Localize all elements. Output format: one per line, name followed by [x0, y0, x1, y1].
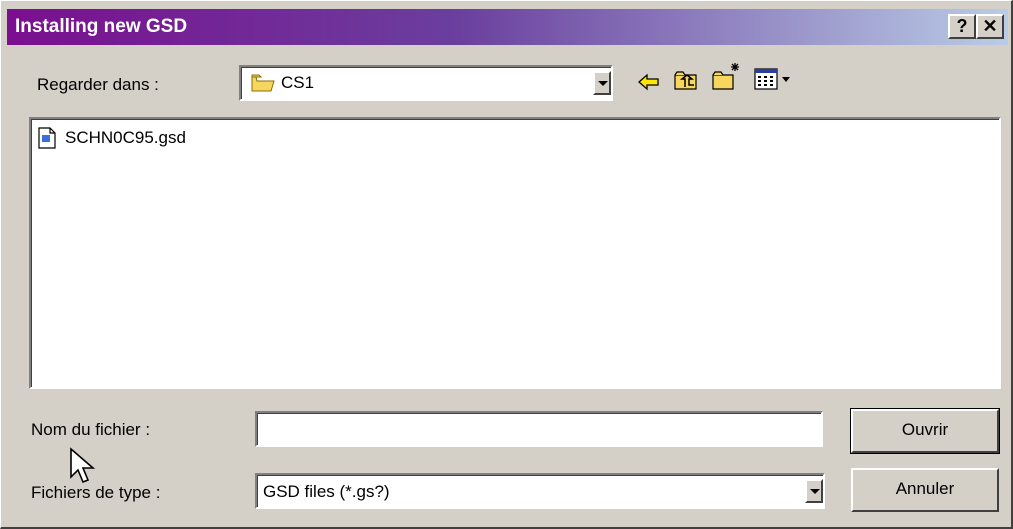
cancel-button[interactable]: Annuler — [851, 468, 999, 512]
mouse-pointer-icon — [70, 447, 96, 484]
help-button[interactable]: ? — [948, 14, 976, 39]
file-name: SCHN0C95.gsd — [65, 128, 186, 147]
back-arrow-icon[interactable] — [637, 71, 661, 93]
lookin-label: Regarder dans : — [37, 75, 159, 94]
file-list[interactable]: SCHN0C95.gsd — [29, 117, 1001, 389]
file-open-dialog: Installing new GSD ? ✕ Regarder dans : C… — [0, 0, 1013, 529]
lookin-value: CS1 — [281, 73, 315, 92]
up-folder-icon[interactable] — [673, 67, 699, 93]
open-button[interactable]: Ouvrir — [850, 408, 1000, 454]
filename-label: Nom du fichier : — [31, 420, 151, 439]
filetype-dropdown-arrow-icon[interactable] — [805, 479, 823, 503]
folder-icon — [251, 74, 275, 92]
filetype-select[interactable]: GSD files (*.gs?) — [255, 473, 825, 509]
new-folder-icon[interactable] — [711, 61, 743, 93]
title-bar[interactable]: Installing new GSD ? ✕ — [7, 9, 1008, 45]
window-title: Installing new GSD — [15, 16, 188, 37]
filename-input[interactable] — [255, 411, 823, 447]
view-menu-icon[interactable] — [753, 67, 799, 93]
close-button[interactable]: ✕ — [976, 14, 1004, 39]
lookin-dropdown-arrow-icon[interactable] — [593, 71, 611, 95]
filetype-value: GSD files (*.gs?) — [263, 482, 390, 501]
file-icon — [38, 127, 56, 149]
lookin-combobox[interactable]: CS1 — [239, 65, 613, 101]
